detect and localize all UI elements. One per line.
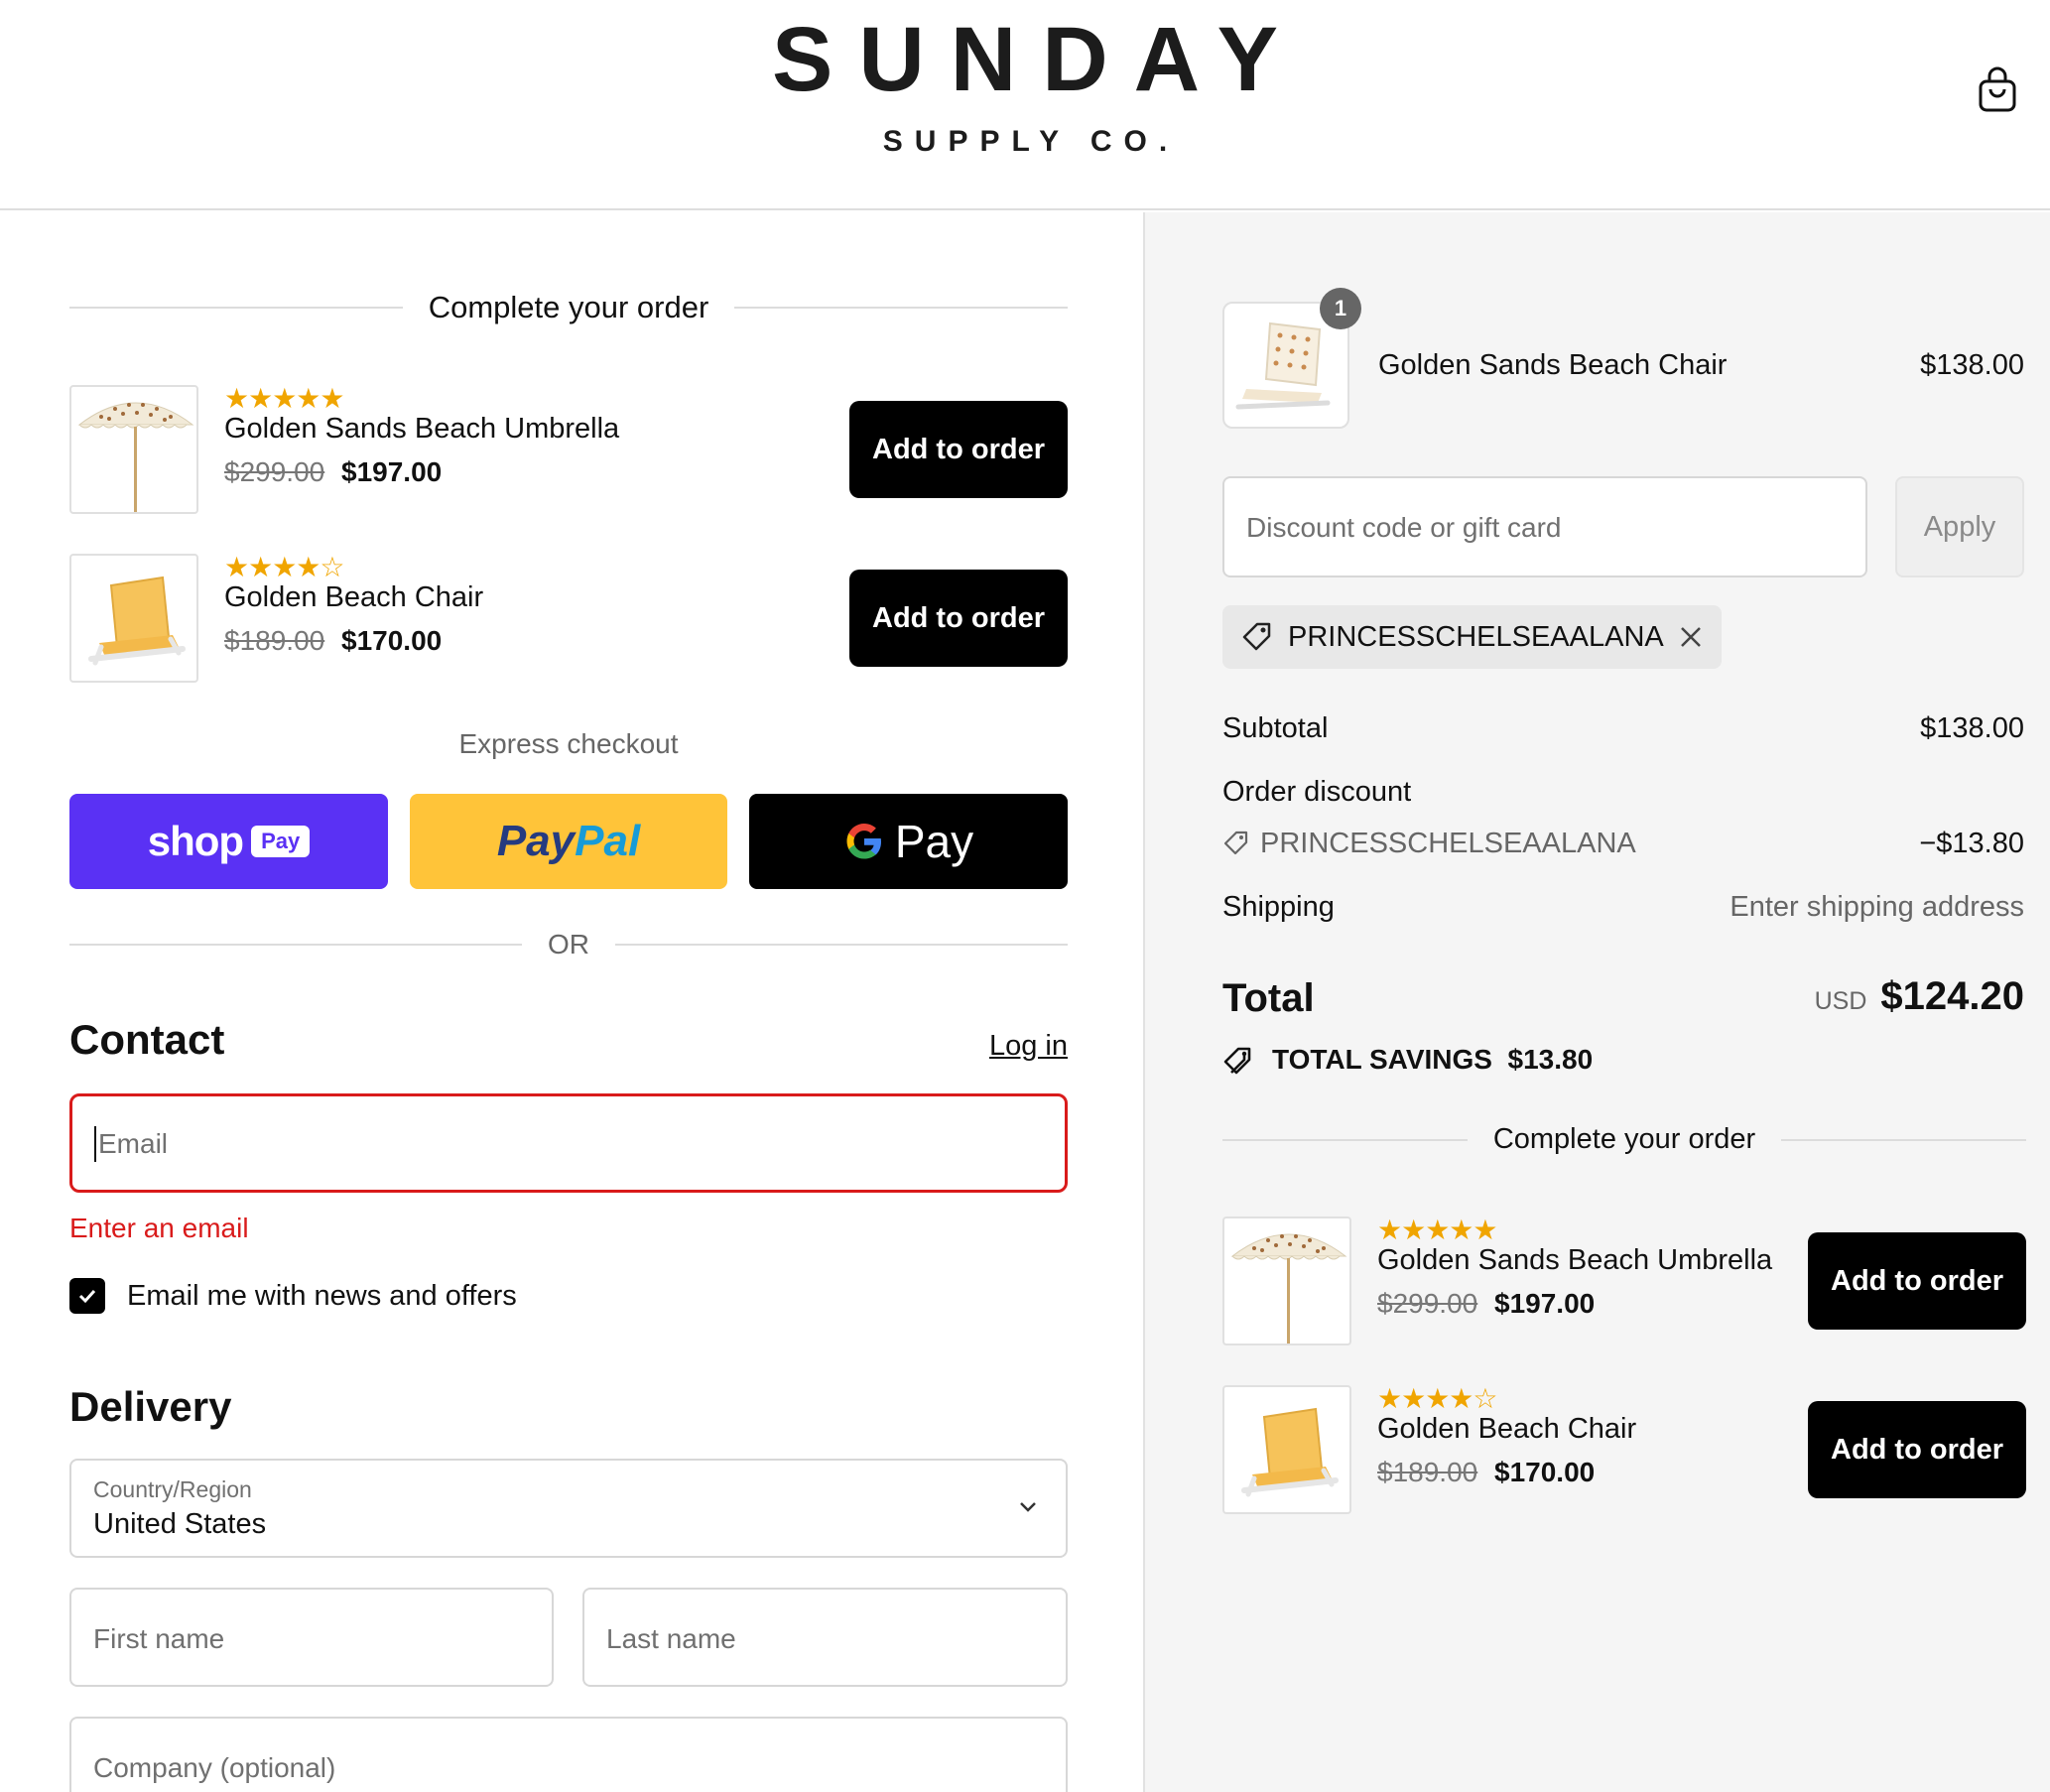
upsell-new-price: $170.00 <box>1494 1457 1596 1487</box>
add-to-order-button[interactable]: Add to order <box>1808 1232 2026 1330</box>
discount-code-field[interactable]: Discount code or gift card <box>1222 476 1867 577</box>
upsell-heading: Complete your order <box>1222 1123 2026 1156</box>
country-select[interactable]: Country/Region United States <box>69 1459 1068 1558</box>
total-savings: TOTAL SAVINGS $13.80 <box>1272 1044 1593 1076</box>
google-pay-text: Pay <box>894 816 974 867</box>
contact-title: Contact <box>69 1016 225 1063</box>
upsell-name: Golden Beach Chair <box>1377 1413 1637 1445</box>
savings-value: $13.80 <box>1507 1044 1594 1075</box>
subtotal-value: $138.00 <box>1920 712 2024 744</box>
upsell-new-price: $170.00 <box>341 625 443 656</box>
upsell-old-price: $299.00 <box>224 456 325 487</box>
order-discount-label: Order discount <box>1222 776 1412 808</box>
login-link[interactable]: Log in <box>989 1030 1068 1063</box>
upsell-name: Golden Beach Chair <box>224 581 484 613</box>
total-amount: USD $124.20 <box>1815 974 2024 1019</box>
add-to-order-button[interactable]: Add to order <box>1808 1401 2026 1498</box>
upsell-old-price: $299.00 <box>1377 1288 1478 1319</box>
tag-icon <box>1242 622 1271 651</box>
discount-code-label: PRINCESSCHELSEAALANA <box>1260 828 1636 859</box>
shop-pay-logo: shop <box>147 818 244 864</box>
upsell-old-price: $189.00 <box>1377 1457 1478 1487</box>
email-error-message: Enter an email <box>69 1213 249 1243</box>
upsell-old-price: $189.00 <box>224 625 325 656</box>
rating-stars: ★★★★★ <box>224 383 345 414</box>
chair-thumbnail <box>1222 1385 1351 1514</box>
shop-pay-tag: Pay <box>251 826 311 857</box>
applied-code: PRINCESSCHELSEAALANA <box>1288 620 1664 653</box>
shopping-bag-icon[interactable] <box>1978 65 2017 113</box>
chair-thumbnail <box>69 554 198 683</box>
cart-quantity-badge: 1 <box>1320 288 1361 329</box>
email-placeholder: Email <box>98 1128 169 1159</box>
first-name-field[interactable]: First name <box>69 1588 554 1687</box>
brand-tagline: SUPPLY CO. <box>882 125 1180 158</box>
paypal-logo-part: Pal <box>575 817 641 865</box>
delivery-title: Delivery <box>69 1383 232 1430</box>
brand-logo[interactable]: SUNDAY <box>0 8 2050 112</box>
express-checkout-label: Express checkout <box>458 728 679 759</box>
checkout-main: Complete your order ★★★★★ Golden Sands B… <box>0 212 1143 1792</box>
upsell-heading: Complete your order <box>69 290 1069 325</box>
chevron-down-icon <box>1020 1502 1036 1512</box>
subtotal-label: Subtotal <box>1222 712 1329 744</box>
upsell-item: ★★★★★ Golden Sands Beach Umbrella $299.0… <box>69 385 1068 514</box>
paypal-logo-part: Pay <box>496 817 576 865</box>
upsell-item: ★★★★☆ Golden Beach Chair $189.00 $170.00… <box>69 554 1068 683</box>
order-summary: 1 Golden Sands Beach Chair $138.00 Disco… <box>1143 212 2050 1792</box>
last-name-placeholder: Last name <box>606 1623 736 1654</box>
umbrella-thumbnail <box>69 385 198 514</box>
discount-amount: −$13.80 <box>1919 828 2024 859</box>
upsell-item: ★★★★☆ Golden Beach Chair $189.00 $170.00… <box>1222 1385 2026 1514</box>
tag-icon <box>1223 831 1248 855</box>
total-currency: USD <box>1814 987 1867 1015</box>
upsell-new-price: $197.00 <box>341 456 443 487</box>
country-value: United States <box>93 1508 267 1540</box>
email-field[interactable]: Email <box>69 1093 1068 1193</box>
upsell-name: Golden Sands Beach Umbrella <box>224 413 620 445</box>
newsletter-checkbox[interactable] <box>69 1278 105 1314</box>
applied-discount-chip: PRINCESSCHELSEAALANA <box>1222 605 1722 669</box>
shipping-value: Enter shipping address <box>1730 891 2024 923</box>
country-label: Country/Region <box>93 1476 252 1502</box>
savings-tag-icon <box>1223 1047 1251 1075</box>
or-divider: OR <box>69 929 1068 960</box>
total-value: $124.20 <box>1880 974 2024 1018</box>
company-placeholder: Company (optional) <box>93 1752 336 1783</box>
rating-stars: ★★★★★ <box>1377 1215 1498 1245</box>
rating-stars: ★★★★☆ <box>224 552 345 582</box>
savings-label: TOTAL SAVINGS <box>1272 1044 1492 1075</box>
checkmark-icon <box>78 1289 96 1304</box>
rating-stars: ★★★★☆ <box>1377 1383 1498 1414</box>
google-pay-button[interactable]: Pay <box>749 794 1068 889</box>
shipping-label: Shipping <box>1222 891 1335 923</box>
add-to-order-button[interactable]: Add to order <box>849 570 1068 667</box>
cart-item-price: $138.00 <box>1920 349 2024 381</box>
upsell-name: Golden Sands Beach Umbrella <box>1377 1244 1773 1276</box>
umbrella-thumbnail <box>1222 1216 1351 1345</box>
shop-pay-button[interactable]: shop Pay <box>69 794 388 889</box>
total-label: Total <box>1222 976 1315 1020</box>
apply-discount-button[interactable]: Apply <box>1895 476 2024 577</box>
first-name-placeholder: First name <box>93 1623 225 1654</box>
paypal-button[interactable]: Pay Pal <box>410 794 727 889</box>
last-name-field[interactable]: Last name <box>582 1588 1068 1687</box>
site-header: SUNDAY SUPPLY CO. <box>0 0 2050 210</box>
google-g-icon <box>846 824 881 859</box>
upsell-item: ★★★★★ Golden Sands Beach Umbrella $299.0… <box>1222 1216 2026 1345</box>
discount-placeholder: Discount code or gift card <box>1246 512 1562 543</box>
upsell-new-price: $197.00 <box>1494 1288 1596 1319</box>
company-field[interactable]: Company (optional) <box>69 1717 1068 1792</box>
remove-code-icon[interactable] <box>1678 624 1704 650</box>
add-to-order-button[interactable]: Add to order <box>849 401 1068 498</box>
newsletter-label[interactable]: Email me with news and offers <box>127 1280 517 1313</box>
cart-item-name: Golden Sands Beach Chair <box>1378 349 1728 381</box>
